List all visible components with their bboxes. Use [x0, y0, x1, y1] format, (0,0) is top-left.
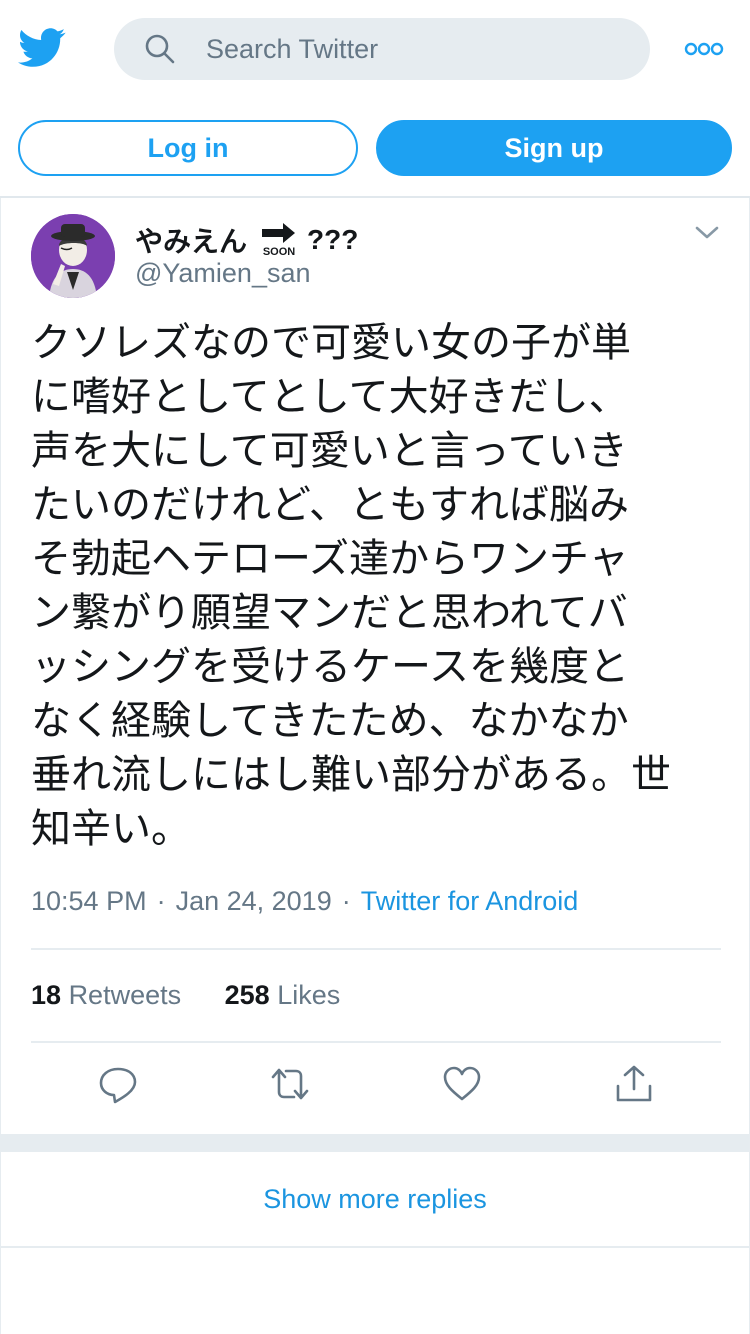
- tweet-card: やみえん SOON ??? @Yamien_san クソレズなので可愛い女の子が…: [0, 198, 750, 1134]
- like-icon[interactable]: [442, 1064, 482, 1104]
- meta-separator: ·: [156, 886, 166, 916]
- tweet-date[interactable]: Jan 24, 2019: [176, 886, 332, 916]
- search-input[interactable]: [206, 18, 626, 80]
- avatar-illustration: [31, 214, 115, 298]
- login-button[interactable]: Log in: [18, 120, 358, 176]
- tweet-text: クソレズなので可愛い女の子が単 に嗜好としてとして大好きだし、 声を大にして可愛…: [31, 320, 671, 852]
- retweets-stat[interactable]: 18 Retweets: [31, 980, 181, 1010]
- show-more-replies-label: Show more replies: [263, 1183, 487, 1214]
- reply-list-area: [0, 1248, 750, 1334]
- retweet-icon[interactable]: [270, 1064, 310, 1104]
- tweet-actions: [1, 1064, 750, 1114]
- avatar[interactable]: [31, 214, 115, 298]
- display-name-prefix: やみえん: [135, 226, 248, 257]
- username[interactable]: @Yamien_san: [135, 258, 311, 289]
- search-icon: [145, 34, 175, 64]
- auth-bar: Log in Sign up: [0, 100, 750, 198]
- meta-separator: ·: [341, 886, 351, 916]
- display-name[interactable]: やみえん SOON ???: [135, 220, 358, 260]
- tweet-stats: 18 Retweets 258 Likes: [31, 980, 340, 1011]
- signup-button[interactable]: Sign up: [376, 120, 732, 176]
- divider: [31, 1041, 721, 1043]
- display-name-suffix: ???: [307, 224, 359, 255]
- likes-label: Likes: [277, 980, 341, 1010]
- tweet-time[interactable]: 10:54 PM: [31, 886, 147, 916]
- retweets-count: 18: [31, 980, 62, 1010]
- soon-arrow-icon: SOON: [259, 222, 299, 258]
- likes-count: 258: [224, 980, 270, 1010]
- chevron-down-icon[interactable]: [693, 224, 721, 242]
- tweet-source-link[interactable]: Twitter for Android: [361, 886, 579, 916]
- show-more-replies-button[interactable]: Show more replies: [0, 1152, 750, 1248]
- soon-label: SOON: [262, 246, 296, 258]
- reply-icon[interactable]: [98, 1064, 138, 1104]
- search-box[interactable]: [114, 18, 650, 80]
- share-icon[interactable]: [614, 1064, 654, 1104]
- top-bar: [0, 0, 750, 100]
- likes-stat[interactable]: 258 Likes: [225, 980, 341, 1010]
- section-gap: [0, 1134, 750, 1152]
- twitter-bird-icon[interactable]: [18, 27, 66, 69]
- divider: [31, 948, 721, 950]
- more-options-icon[interactable]: [684, 40, 724, 58]
- retweets-label: Retweets: [68, 980, 182, 1010]
- tweet-meta: 10:54 PM · Jan 24, 2019 · Twitter for Androi…: [31, 886, 578, 917]
